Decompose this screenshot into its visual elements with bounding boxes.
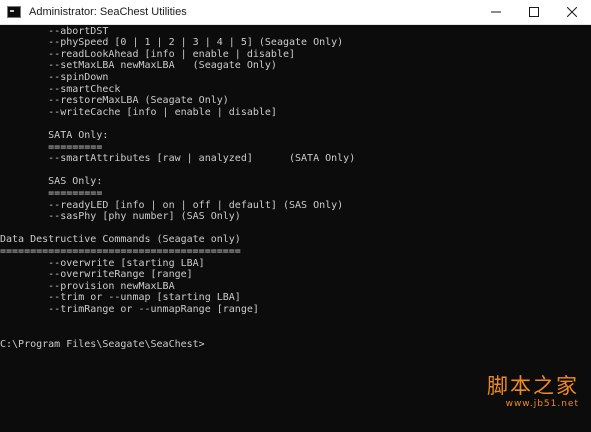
console-line: --trimRange or --unmapRange [range] bbox=[0, 303, 259, 315]
window-controls bbox=[477, 0, 591, 24]
console-line: ========= bbox=[0, 187, 103, 199]
console-line: --restoreMaxLBA (Seagate Only) bbox=[0, 95, 229, 107]
console-window: Administrator: SeaChest Utilities --abor… bbox=[0, 0, 591, 432]
console-line: SATA Only: bbox=[0, 129, 109, 141]
console-line: --readLookAhead [info | enable | disable… bbox=[0, 48, 296, 60]
console-line: --spinDown bbox=[0, 71, 109, 83]
console-line: --phySpeed [0 | 1 | 2 | 3 | 4 | 5] (Seag… bbox=[0, 37, 344, 49]
minimize-icon bbox=[491, 11, 501, 13]
title-bar[interactable]: Administrator: SeaChest Utilities bbox=[0, 0, 591, 25]
watermark-url: www.jb51.net bbox=[505, 399, 579, 409]
console-line: ========= bbox=[0, 141, 103, 153]
console-line: --provision newMaxLBA bbox=[0, 280, 175, 292]
console-line: ======================================== bbox=[0, 245, 241, 257]
console-line: Data Destructive Commands (Seagate only) bbox=[0, 234, 241, 246]
console-line: SAS Only: bbox=[0, 176, 103, 188]
console-line: --overwrite [starting LBA] bbox=[0, 257, 205, 269]
console-line: --trim or --unmap [starting LBA] bbox=[0, 292, 241, 304]
console-line: --sasPhy [phy number] (SAS Only) bbox=[0, 211, 241, 223]
window-title: Administrator: SeaChest Utilities bbox=[29, 6, 187, 18]
console-line: --smartCheck bbox=[0, 83, 121, 95]
terminal-icon bbox=[7, 6, 21, 18]
maximize-icon bbox=[529, 7, 539, 17]
console-output[interactable]: --abortDST --phySpeed [0 | 1 | 2 | 3 | 4… bbox=[0, 25, 591, 432]
close-button[interactable] bbox=[553, 0, 591, 24]
watermark-text: 脚本之家 bbox=[487, 374, 579, 398]
console-line: --readyLED [info | on | off | default] (… bbox=[0, 199, 344, 211]
console-line: --smartAttributes [raw | analyzed] (SATA… bbox=[0, 153, 356, 165]
console-line: --overwriteRange [range] bbox=[0, 269, 193, 281]
console-line: --setMaxLBA newMaxLBA (Seagate Only) bbox=[0, 60, 277, 72]
close-icon bbox=[567, 7, 577, 17]
minimize-button[interactable] bbox=[477, 0, 515, 24]
console-line: --abortDST bbox=[0, 25, 109, 37]
console-line: --writeCache [info | enable | disable] bbox=[0, 106, 277, 118]
console-line: C:\Program Files\Seagate\SeaChest> bbox=[0, 338, 205, 350]
watermark: 脚本之家 www.jb51.net bbox=[487, 374, 579, 410]
maximize-button[interactable] bbox=[515, 0, 553, 24]
